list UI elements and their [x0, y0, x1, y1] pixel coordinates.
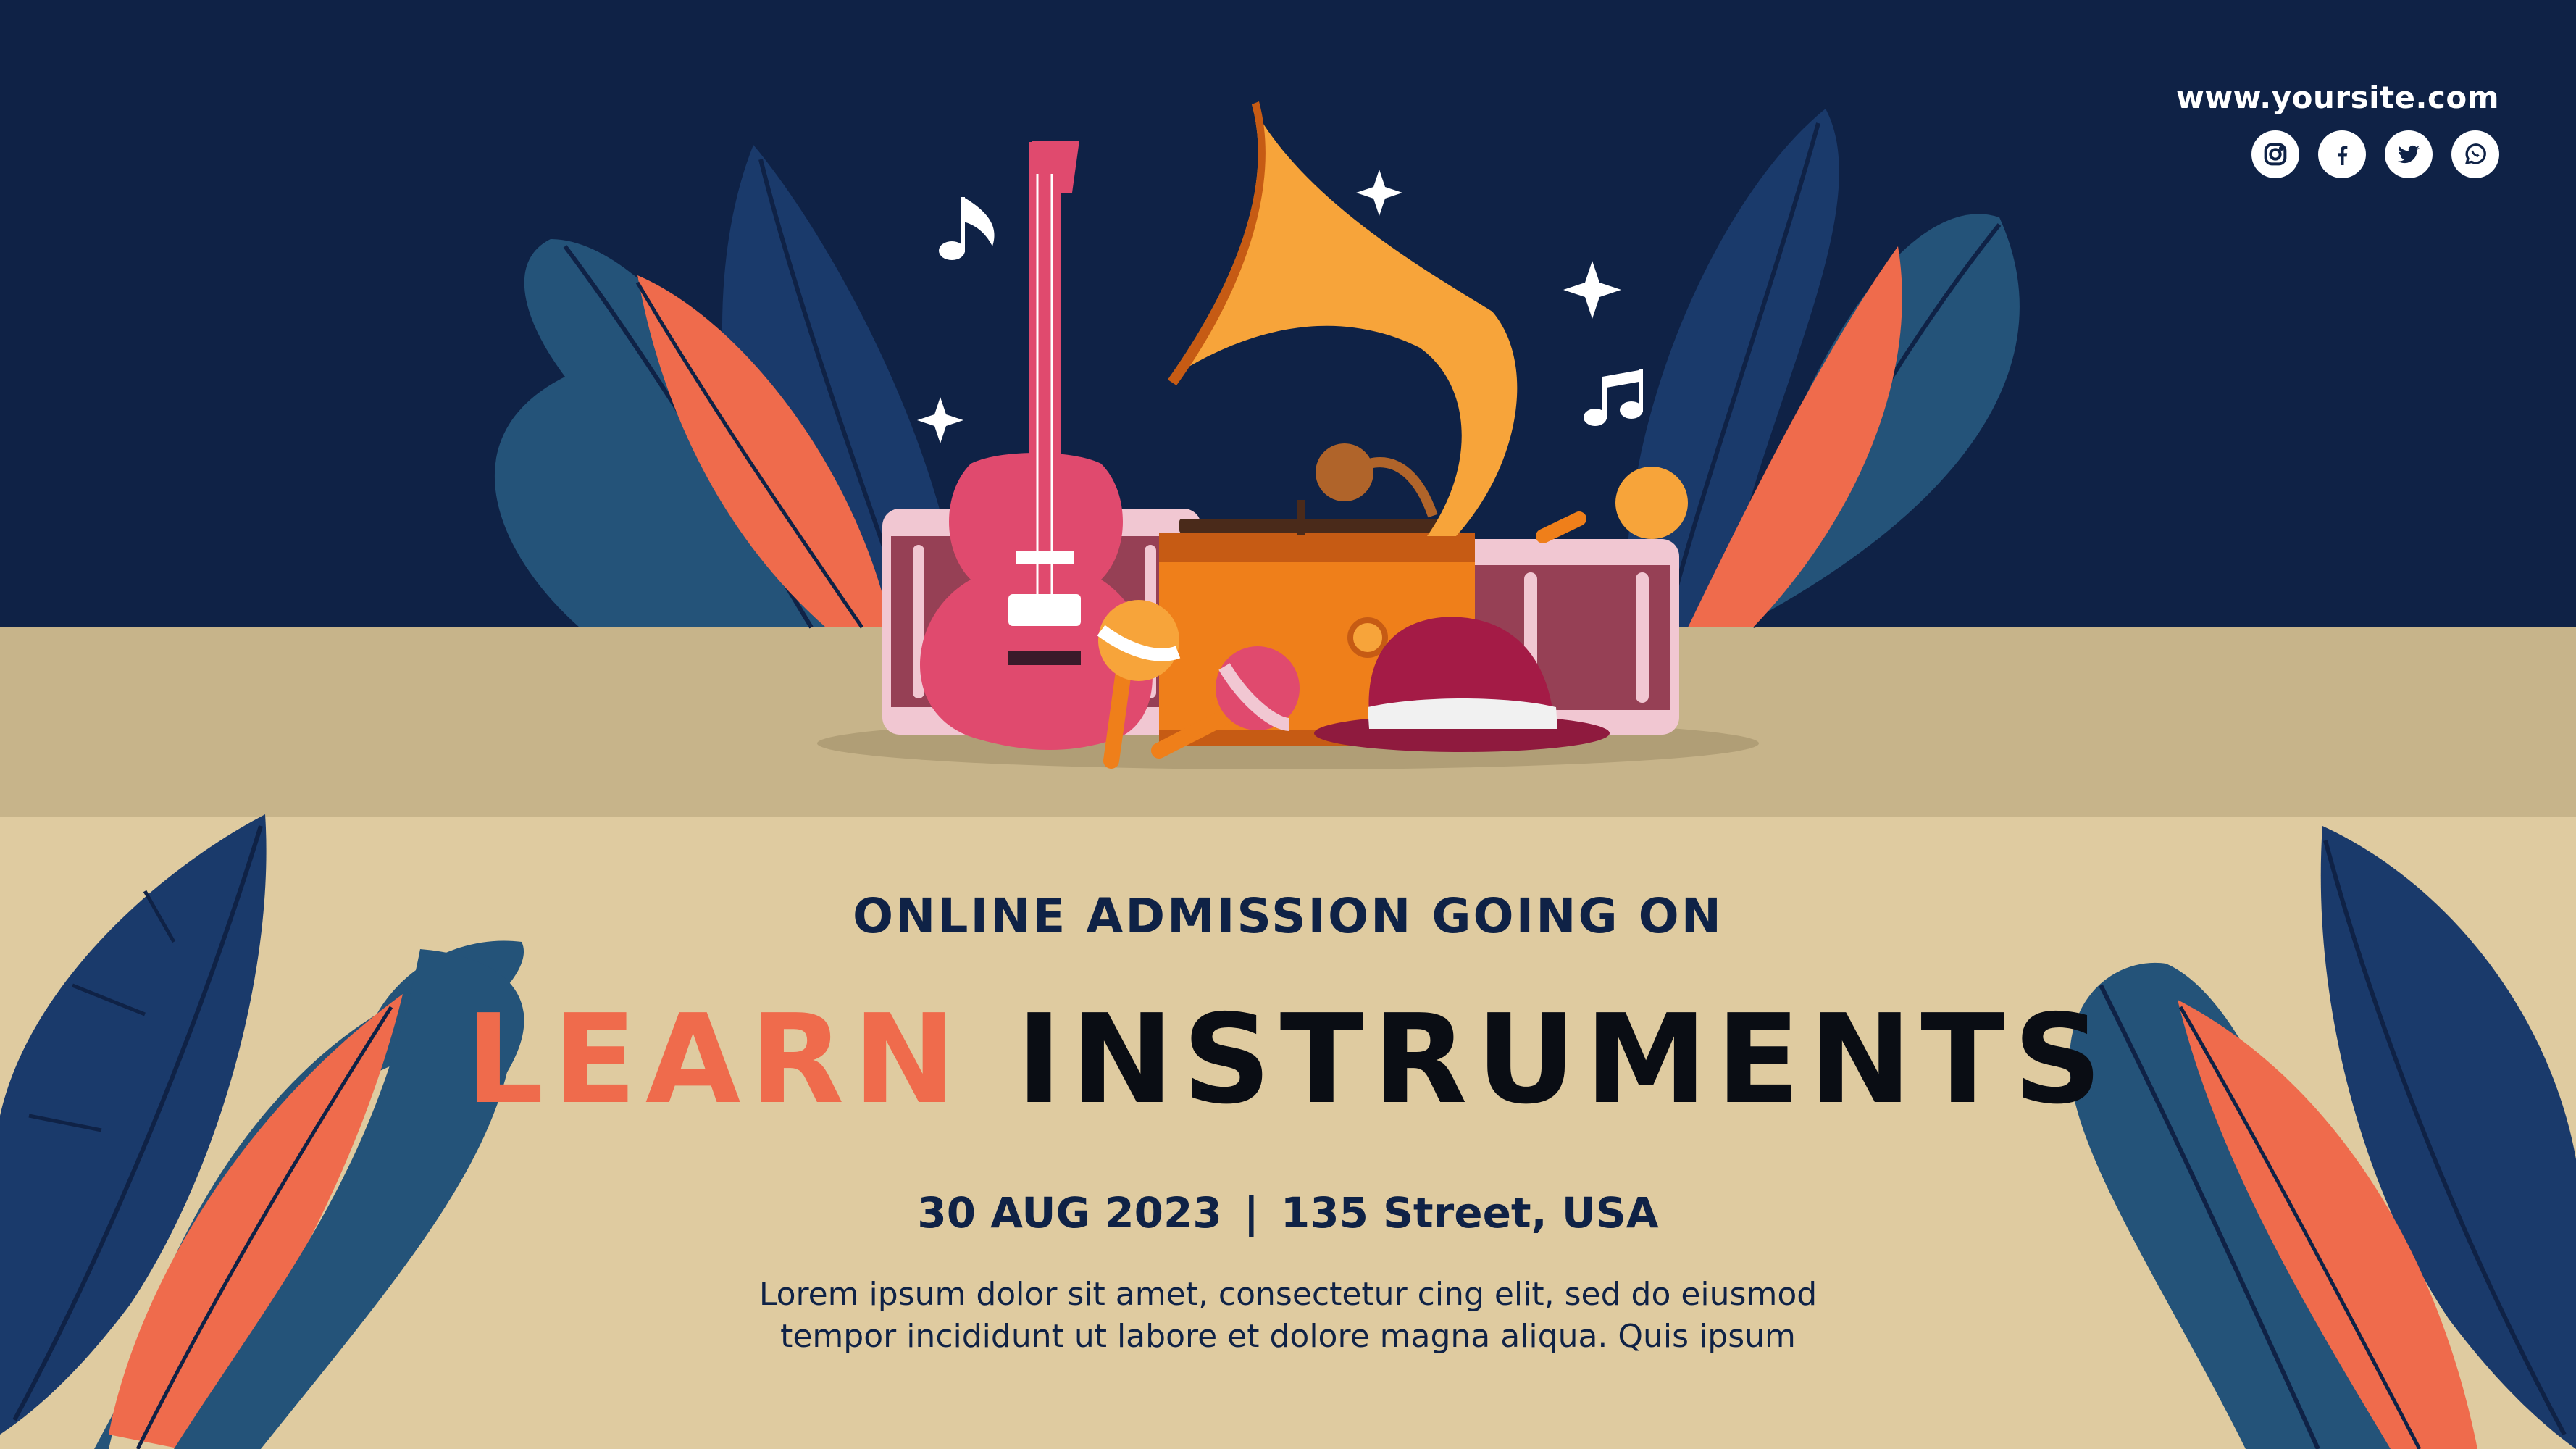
title-main: INSTRUMENTS	[1016, 988, 2111, 1132]
title-accent: LEARN	[465, 988, 965, 1132]
event-date: 30 AUG 2023	[917, 1188, 1222, 1237]
music-note-icon	[1584, 369, 1643, 426]
instagram-icon[interactable]	[2251, 130, 2299, 178]
facebook-icon[interactable]	[2318, 130, 2366, 178]
social-links	[2251, 130, 2499, 178]
description: Lorem ipsum dolor sit amet, consectetur …	[0, 1274, 2576, 1358]
description-line: tempor incididunt ut labore et dolore ma…	[780, 1318, 1796, 1355]
subtitle: ONLINE ADMISSION GOING ON	[853, 888, 1723, 944]
page-title: LEARN INSTRUMENTS	[0, 998, 2576, 1122]
event-info: 30 AUG 2023 | 135 Street, USA	[0, 1188, 2576, 1237]
twitter-icon[interactable]	[2385, 130, 2433, 178]
separator: |	[1243, 1188, 1259, 1237]
website-url[interactable]: www.yoursite.com	[2176, 80, 2499, 115]
description-line: Lorem ipsum dolor sit amet, consectetur …	[758, 1276, 1818, 1313]
event-location: 135 Street, USA	[1280, 1188, 1659, 1237]
whatsapp-icon[interactable]	[2451, 130, 2499, 178]
music-note-icon	[939, 197, 995, 260]
